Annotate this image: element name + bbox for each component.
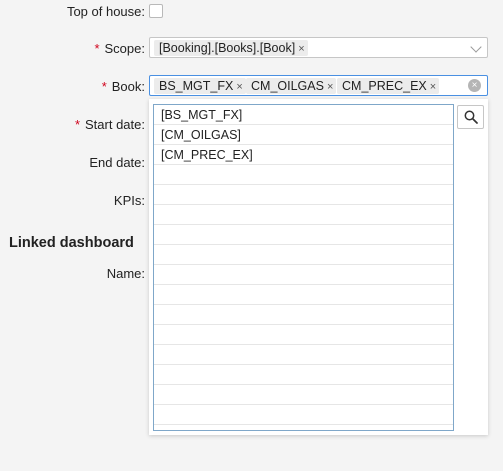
book-options-list[interactable]: [BS_MGT_FX] [CM_OILGAS] [CM_PREC_EX] [153, 104, 454, 431]
remove-tag-icon[interactable]: × [430, 81, 436, 93]
required-mark: * [94, 41, 100, 56]
clear-icon[interactable]: × [468, 79, 481, 92]
required-mark: * [101, 79, 107, 94]
list-item-empty[interactable] [154, 245, 453, 265]
list-item-empty[interactable] [154, 265, 453, 285]
book-tag: CM_PREC_EX × [337, 78, 440, 94]
scope-row: * Scope: [Booking].[Books].[Book] × [0, 37, 503, 61]
list-item-empty[interactable] [154, 405, 453, 425]
book-select[interactable]: BS_MGT_FX × CM_OILGAS × CM_PREC_EX × × [149, 75, 488, 96]
top-of-house-checkbox[interactable] [149, 4, 163, 18]
remove-tag-icon[interactable]: × [327, 81, 333, 93]
list-item-empty[interactable] [154, 205, 453, 225]
book-tag: BS_MGT_FX × [154, 78, 246, 94]
required-mark: * [74, 117, 81, 132]
list-item-empty[interactable] [154, 165, 453, 185]
top-of-house-label: Top of house: [66, 4, 145, 19]
start-date-label: * Start date: [74, 117, 145, 132]
linked-dashboard-title: Linked dashboard [9, 235, 134, 251]
list-item[interactable]: [BS_MGT_FX] [154, 105, 453, 125]
list-item-empty[interactable] [154, 325, 453, 345]
kpis-label: KPIs: [113, 193, 145, 208]
scope-label: * Scope: [94, 41, 145, 56]
remove-tag-icon[interactable]: × [236, 81, 242, 93]
list-item-empty[interactable] [154, 225, 453, 245]
list-item-empty[interactable] [154, 285, 453, 305]
search-button[interactable] [457, 105, 484, 129]
list-item-empty[interactable] [154, 365, 453, 385]
list-item-empty[interactable] [154, 185, 453, 205]
end-date-label: End date: [89, 155, 145, 170]
book-label: * Book: [101, 79, 145, 94]
list-item[interactable]: [CM_PREC_EX] [154, 145, 453, 165]
top-of-house-row: Top of house: [0, 0, 503, 24]
list-item-empty[interactable] [154, 385, 453, 405]
remove-tag-icon[interactable]: × [298, 43, 304, 55]
list-item[interactable]: [CM_OILGAS] [154, 125, 453, 145]
search-icon [464, 110, 478, 124]
scope-select[interactable]: [Booking].[Books].[Book] × [149, 37, 488, 58]
chevron-down-icon[interactable] [470, 41, 482, 53]
book-row: * Book: BS_MGT_FX × CM_OILGAS × CM_PREC_EX ×… [0, 75, 503, 99]
book-dropdown: [BS_MGT_FX] [CM_OILGAS] [CM_PREC_EX] [149, 99, 488, 435]
list-item-empty[interactable] [154, 305, 453, 325]
name-label: Name: [106, 266, 145, 281]
list-item-empty[interactable] [154, 345, 453, 365]
scope-tag: [Booking].[Books].[Book] × [154, 40, 308, 56]
book-tag: CM_OILGAS × [246, 78, 337, 94]
